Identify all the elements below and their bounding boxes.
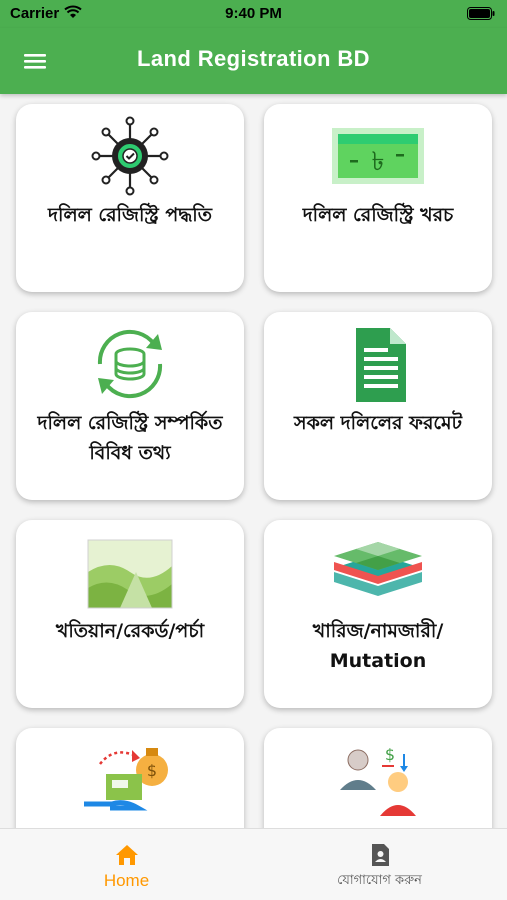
card-registration-process[interactable]: দলিল রেজিস্ট্রি পদ্ধতি <box>16 104 244 292</box>
card-label: খারিজ/নামজারী/ Mutation <box>312 620 444 672</box>
bottom-navigation: Home যোগাযোগ করুন <box>0 828 507 900</box>
card-label: দলিল রেজিস্ট্রি খরচ <box>302 204 454 226</box>
nav-contact-label: যোগাযোগ করুন <box>337 873 422 888</box>
card-label: খতিয়ান/রেকর্ড/পর্চা <box>55 620 205 642</box>
card-registration-cost[interactable]: ৳ দলিল রেজিস্ট্রি খরচ <box>264 104 492 292</box>
card-khatian-record[interactable]: খতিয়ান/রেকর্ড/পর্চা <box>16 520 244 708</box>
card-registration-info[interactable]: দলিল রেজিস্ট্রি সম্পর্কিত বিবিধ তথ্য <box>16 312 244 500</box>
svg-text:৳: ৳ <box>372 147 385 177</box>
land-layers-icon <box>334 542 422 596</box>
nav-home[interactable]: Home <box>0 829 253 900</box>
taka-banknote-icon: ৳ <box>332 128 424 184</box>
battery-icon <box>467 7 495 20</box>
card-people-exchange[interactable]: $ <box>264 728 492 828</box>
card-deed-formats[interactable]: সকল দলিলের ফরমেট <box>264 312 492 500</box>
money-transfer-icon: $ <box>84 748 168 811</box>
menu-grid: দলিল রেজিস্ট্রি পদ্ধতি ৳ দলিল রেজিস্ট্রি… <box>0 94 507 828</box>
svg-text:$: $ <box>147 761 157 780</box>
status-time: 9:40 PM <box>225 5 282 22</box>
land-map-icon <box>87 539 173 609</box>
database-sync-icon <box>97 329 163 399</box>
gear-network-icon <box>91 116 169 196</box>
people-exchange-icon: $ <box>340 745 416 816</box>
card-mutation[interactable]: খারিজ/নামজারী/ Mutation <box>264 520 492 708</box>
app-title: Land Registration BD <box>137 46 370 71</box>
nav-contact[interactable]: যোগাযোগ করুন <box>253 829 506 900</box>
document-icon <box>356 328 406 402</box>
card-label: দলিল রেজিস্ট্রি সম্পর্কিত বিবিধ তথ্য <box>37 412 223 464</box>
card-money-transfer[interactable]: $ <box>16 728 244 828</box>
app-bar: Land Registration BD <box>0 28 507 94</box>
svg-text:$: $ <box>385 745 395 764</box>
status-bar: Carrier 9:40 PM <box>0 0 507 28</box>
contact-card-icon <box>372 844 389 866</box>
nav-home-label: Home <box>103 871 150 890</box>
card-label: দলিল রেজিস্ট্রি পদ্ধতি <box>48 204 212 226</box>
card-label: সকল দলিলের ফরমেট <box>294 412 462 434</box>
home-icon <box>116 845 138 865</box>
